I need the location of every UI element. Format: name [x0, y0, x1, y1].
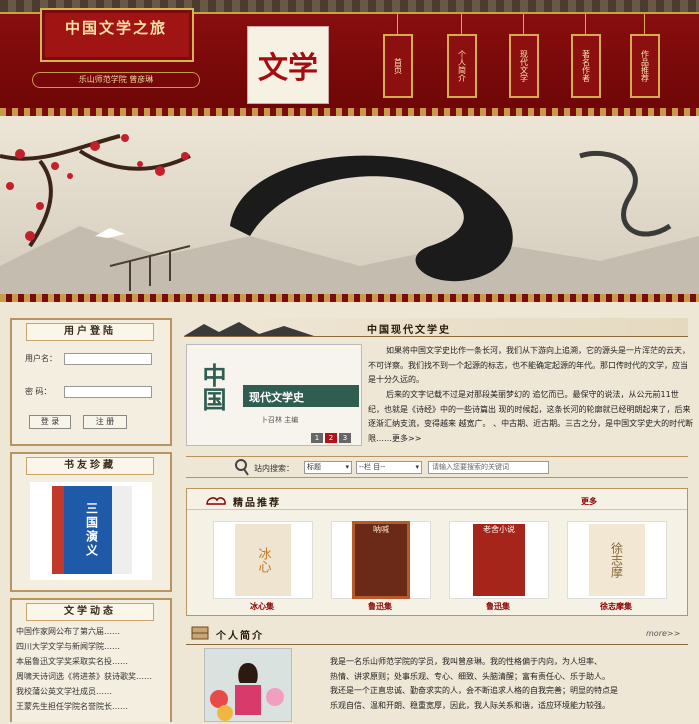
- cover-title: 现代文学史: [249, 391, 304, 404]
- search-icon: [235, 459, 249, 476]
- pager-1[interactable]: 1: [311, 433, 323, 443]
- news-item[interactable]: 中国作家网公布了第六届……: [16, 624, 156, 639]
- modern-title: 中国现代文学史: [367, 325, 451, 336]
- chevron-down-icon: ▾: [415, 463, 419, 471]
- username-input[interactable]: [64, 353, 152, 365]
- search-bar: 站内搜索： 标题 ▾ --栏 目-- ▾ 请输入您要搜索的关键词: [186, 456, 688, 478]
- plum-blossoms: [6, 134, 189, 241]
- password-input[interactable]: [64, 386, 152, 398]
- login-button[interactable]: 登 录: [29, 415, 71, 429]
- pager-3[interactable]: 3: [339, 433, 351, 443]
- crane-icon: [95, 228, 125, 238]
- nav-modern-literature[interactable]: 现代文学: [509, 14, 539, 98]
- avatar: [205, 649, 291, 721]
- recommend-panel: 精品推荐 更多 冰心 冰心集 呐喊 鲁迅集 老舍小说 鲁迅集 徐志摩 徐志摩集: [186, 488, 688, 616]
- search-column-select[interactable]: --栏 目-- ▾: [356, 461, 422, 474]
- rec-cover-1: 冰心: [235, 524, 291, 596]
- recommend-title: 精品推荐: [233, 498, 281, 509]
- recommend-header: 精品推荐 更多: [187, 489, 687, 510]
- profile-line-3: 我还是一个正直忠诚、勤奋求实的人，会不断追求人格的自我完善；明显的特点是: [330, 686, 618, 695]
- profile-title: 个人简介: [216, 631, 264, 642]
- emblem: 文学: [247, 26, 329, 104]
- profile-line-1: 我是一名乐山师范学院的学员，我叫曾彦琳。我的性格偏于内向，为人坦率、: [330, 657, 602, 666]
- chevron-down-icon: ▾: [345, 463, 349, 471]
- profile-header: 个人简介 more>>: [186, 622, 688, 645]
- modern-paragraph-2: 后来的文字记载不过是对那段美丽梦幻的 追忆而已。最保守的说法，从公元前11世纪，…: [368, 388, 694, 446]
- rec-caption-2[interactable]: 鲁迅集: [330, 601, 430, 612]
- banner-art: [0, 134, 699, 296]
- modern-header: 中国现代文学史: [184, 318, 688, 337]
- news-item[interactable]: 我校蒲公英文学社成员……: [16, 684, 156, 699]
- search-input[interactable]: 请输入您要搜索的关键词: [428, 461, 549, 474]
- profile-more[interactable]: more>>: [646, 629, 680, 638]
- site-title: 中国文学之旅: [64, 19, 167, 37]
- profile-line-2: 热情、讲求原则；处事乐观、专心、细致、头脑清醒；富有责任心、乐于助人。: [330, 671, 610, 681]
- plum-branch: [0, 134, 191, 248]
- cover-pager: 1 2 3: [311, 433, 351, 443]
- cover-title-bar: 现代文学史: [243, 385, 359, 407]
- search-column-value: --栏 目--: [359, 463, 386, 471]
- cloud-icon: [206, 497, 226, 505]
- profile-photo: [204, 648, 292, 722]
- book-cover[interactable]: 三国演义: [52, 486, 132, 574]
- rec-caption-1[interactable]: 冰心集: [212, 601, 312, 612]
- cover-big-text: 中国: [198, 363, 227, 411]
- profile-line-4: 乐观自信、温和开朗、稳重宽厚，因此，我人际关系和谐，适应环境能力较强。: [330, 700, 610, 710]
- modern-more-link[interactable]: ……更多>>: [376, 434, 421, 443]
- nav-home[interactable]: 首页: [383, 14, 413, 98]
- news-item[interactable]: 王蒙先生担任学院名誉院长……: [16, 699, 156, 714]
- news-list: 中国作家网公布了第六届…… 四川大学文学与新闻学院…… 本届鲁迅文学奖采取实名投…: [16, 624, 156, 714]
- news-item[interactable]: 本届鲁迅文学奖采取实名投……: [16, 654, 156, 669]
- emblem-text: 文学: [258, 51, 318, 86]
- pager-2[interactable]: 2: [325, 433, 337, 443]
- news-title: 文学动态: [26, 603, 154, 621]
- collection-panel: 书友珍藏 三国演义: [10, 452, 172, 592]
- rec-caption-4[interactable]: 徐志摩集: [566, 601, 666, 612]
- rec-thumb-3[interactable]: 老舍小说: [449, 521, 549, 599]
- news-item[interactable]: 周啸天诗词选《将进茶》获诗歌奖……: [16, 669, 156, 684]
- search-type-value: 标题: [307, 463, 321, 471]
- ink-mountains-icon: [184, 322, 314, 336]
- rec-caption-3[interactable]: 鲁迅集: [448, 601, 548, 612]
- book-cover-title: 三国演义: [84, 502, 99, 558]
- news-panel: 文学动态 中国作家网公布了第六届…… 四川大学文学与新闻学院…… 本届鲁迅文学奖…: [10, 598, 172, 722]
- scroll-icon: [191, 626, 209, 640]
- rec-cover-2: 呐喊: [352, 521, 410, 599]
- modern-book-cover[interactable]: 中国 现代文学史 卜召林 主编 1 2 3: [186, 344, 362, 446]
- rec-cover-4: 徐志摩: [589, 524, 645, 596]
- register-button[interactable]: 注 册: [83, 415, 127, 429]
- cover-author: 卜召林 主编: [261, 416, 299, 424]
- search-label: 站内搜索：: [254, 464, 294, 473]
- rec-thumb-1[interactable]: 冰心: [213, 521, 313, 599]
- site-subtitle: 乐山师范学院 曾彦琳: [32, 72, 200, 88]
- rec-cover-3: 老舍小说: [473, 524, 525, 596]
- recommend-more[interactable]: 更多: [581, 496, 597, 507]
- login-panel: 用户登陆 用户名： 密 码： 登 录 注 册: [10, 318, 172, 446]
- profile-text: 我是一名乐山师范学院的学员，我叫曾彦琳。我的性格偏于内向，为人坦率、 热情、讲求…: [330, 655, 694, 713]
- rec-thumb-2[interactable]: 呐喊: [331, 521, 431, 599]
- rec-thumb-4[interactable]: 徐志摩: [567, 521, 667, 599]
- login-title: 用户登陆: [26, 323, 154, 341]
- collection-title: 书友珍藏: [26, 457, 154, 475]
- nav-recommend[interactable]: 作品推荐: [630, 14, 660, 98]
- banner-border: [0, 294, 699, 302]
- dragon-icon: [579, 150, 672, 237]
- nav-famous-authors[interactable]: 著名作者: [571, 14, 601, 98]
- username-label: 用户名：: [25, 354, 57, 363]
- news-item[interactable]: 四川大学文学与新闻学院……: [16, 639, 156, 654]
- modern-paragraph-1: 如果将中国文学史比作一条长河，我们从下游向上追溯，它的源头是一片浑茫的云天，不可…: [368, 346, 690, 384]
- password-label: 密 码：: [25, 387, 52, 396]
- search-type-select[interactable]: 标题 ▾: [304, 461, 352, 474]
- nav-profile[interactable]: 个人简介: [447, 14, 477, 98]
- book-frame: 三国演义: [30, 482, 152, 580]
- banner: [0, 116, 699, 296]
- header-border: [0, 108, 699, 116]
